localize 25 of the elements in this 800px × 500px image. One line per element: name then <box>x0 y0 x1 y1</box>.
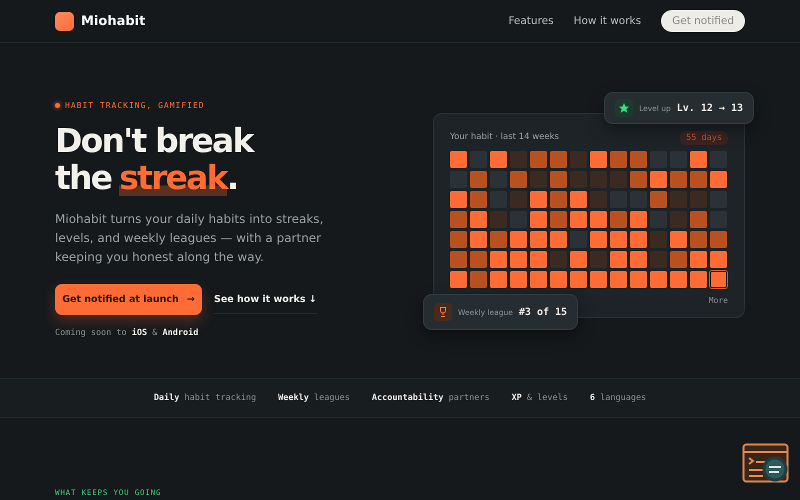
nav-link[interactable]: Features <box>508 15 554 27</box>
nav-link[interactable]: How it works <box>574 15 642 27</box>
streak-badge: 55 days <box>680 130 728 144</box>
brand-name: Miohabit <box>81 14 146 28</box>
feature-item: XP & levels <box>512 393 568 403</box>
feature-item: Daily habit tracking <box>154 393 256 403</box>
trophy-icon <box>434 303 452 321</box>
how-it-works-link[interactable]: See how it works ↓ <box>214 286 317 314</box>
feature-item: 6 languages <box>590 393 646 403</box>
browser-search-icon[interactable] <box>742 443 790 485</box>
more-link[interactable]: More <box>708 296 728 305</box>
headline-word: the <box>55 159 112 196</box>
headline-line: Don't break <box>55 122 255 159</box>
eyebrow-label: HABIT TRACKING, GAMIFIED <box>65 101 205 110</box>
dot-icon <box>55 103 60 108</box>
feature-item: Weekly leagues <box>278 393 350 403</box>
logo-icon <box>55 12 74 30</box>
hero-description: Miohabit turns your daily habits into streaks, levels, and weekly leagues — with a partner keeping you honest along the way. <box>55 211 324 266</box>
feature-item: Accountability partners <box>372 393 490 403</box>
league-rank: #3 of 15 <box>518 306 568 318</box>
headline-period: . <box>226 159 238 196</box>
notify-button[interactable]: Get notified at launch → <box>55 284 202 315</box>
availability-note: Coming soon to iOS & Android <box>55 328 200 338</box>
card-title: Your habit · last 14 weeks <box>450 132 559 142</box>
level-value: Lv. 12 → 13 <box>676 102 743 114</box>
